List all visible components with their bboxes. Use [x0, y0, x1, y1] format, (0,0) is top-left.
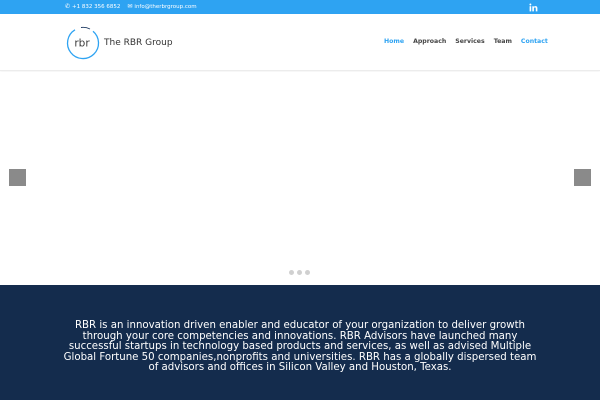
- email-address: info@therbrgroup.com: [134, 4, 197, 10]
- phone-link[interactable]: ✆ +1 832 356 6852: [65, 3, 121, 11]
- top-bar-contact: ✆ +1 832 356 6852 ✉ info@therbrgroup.com: [65, 0, 197, 14]
- nav-team[interactable]: Team: [494, 38, 512, 45]
- phone-icon: ✆: [65, 3, 71, 10]
- nav-contact[interactable]: Contact: [521, 38, 548, 45]
- about-section: RBR is an innovation driven enabler and …: [0, 285, 600, 400]
- site-logo[interactable]: rbr The RBR Group: [63, 24, 173, 62]
- hero-slider: [0, 72, 600, 285]
- site-header: rbr The RBR Group Home Approach Services…: [0, 14, 600, 71]
- about-text: RBR is an innovation driven enabler and …: [63, 320, 537, 373]
- logo-text: The RBR Group: [104, 38, 173, 48]
- email-link[interactable]: ✉ info@therbrgroup.com: [127, 3, 197, 11]
- nav-services[interactable]: Services: [455, 38, 484, 45]
- envelope-icon: ✉: [127, 3, 133, 10]
- prev-arrow-icon[interactable]: [9, 169, 26, 186]
- main-nav: Home Approach Services Team Contact: [384, 38, 548, 45]
- slider-dots: [289, 270, 310, 275]
- top-bar: ✆ +1 832 356 6852 ✉ info@therbrgroup.com: [0, 0, 600, 14]
- linkedin-icon[interactable]: [528, 2, 538, 12]
- logo-mark-text: rbr: [74, 38, 90, 50]
- nav-home[interactable]: Home: [384, 38, 404, 45]
- nav-approach[interactable]: Approach: [413, 38, 446, 45]
- logo-mark: rbr: [66, 26, 100, 60]
- slider-dot-2[interactable]: [297, 270, 302, 275]
- slider-dot-1[interactable]: [289, 270, 294, 275]
- phone-number: +1 832 356 6852: [72, 4, 121, 10]
- slider-dot-3[interactable]: [305, 270, 310, 275]
- next-arrow-icon[interactable]: [574, 169, 591, 186]
